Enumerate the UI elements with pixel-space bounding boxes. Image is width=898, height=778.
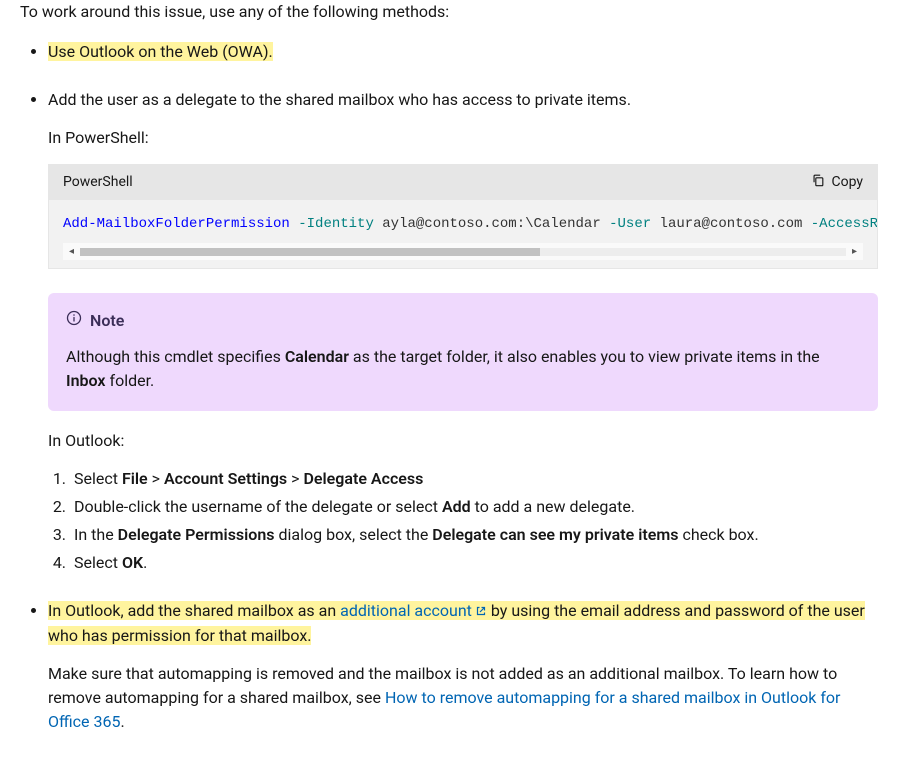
outlook-steps: Select File > Account Settings > Delegat… [48, 467, 878, 575]
scroll-left-icon[interactable]: ◂ [63, 243, 80, 260]
highlighted-text: In Outlook, add the shared mailbox as an… [48, 601, 865, 645]
list-item: Add the user as a delegate to the shared… [48, 88, 878, 575]
horizontal-scrollbar[interactable]: ◂ ▸ [63, 243, 863, 260]
note-title-text: Note [90, 309, 124, 333]
step-item: Select OK. [70, 551, 878, 575]
note-callout: Note Although this cmdlet specifies Cale… [48, 293, 878, 411]
copy-button[interactable]: Copy [811, 169, 863, 195]
external-link-icon [475, 600, 487, 624]
delegate-intro: Add the user as a delegate to the shared… [48, 88, 878, 112]
note-title: Note [66, 309, 124, 333]
code-body: Add-MailboxFolderPermission -Identity ay… [49, 200, 877, 268]
copy-icon [811, 173, 825, 191]
copy-label: Copy [831, 174, 863, 190]
list-item: Use Outlook on the Web (OWA). [48, 40, 878, 64]
scrollbar-thumb[interactable] [80, 248, 540, 256]
list-item: In Outlook, add the shared mailbox as an… [48, 599, 878, 734]
additional-account-text: In Outlook, add the shared mailbox as an… [48, 599, 878, 648]
scroll-right-icon[interactable]: ▸ [846, 243, 863, 260]
code-header: PowerShell Copy [49, 165, 877, 200]
outlook-label: In Outlook: [48, 429, 878, 453]
automapping-text: Make sure that automapping is removed an… [48, 662, 878, 734]
powershell-label: In PowerShell: [48, 126, 878, 150]
code-line: Add-MailboxFolderPermission -Identity ay… [63, 214, 863, 235]
info-icon [66, 309, 82, 333]
code-language-label: PowerShell [63, 172, 133, 193]
additional-account-link[interactable]: additional account [340, 601, 487, 620]
step-item: In the Delegate Permissions dialog box, … [70, 523, 878, 547]
scrollbar-track[interactable] [80, 248, 846, 256]
code-block: PowerShell Copy Add-MailboxFolderPermiss… [48, 164, 878, 269]
step-item: Double-click the username of the delegat… [70, 495, 878, 519]
workaround-list: Use Outlook on the Web (OWA). Add the us… [20, 40, 878, 734]
note-body: Although this cmdlet specifies Calendar … [66, 345, 860, 393]
intro-text: To work around this issue, use any of th… [20, 0, 878, 24]
step-item: Select File > Account Settings > Delegat… [70, 467, 878, 491]
highlighted-text: Use Outlook on the Web (OWA). [48, 42, 273, 61]
